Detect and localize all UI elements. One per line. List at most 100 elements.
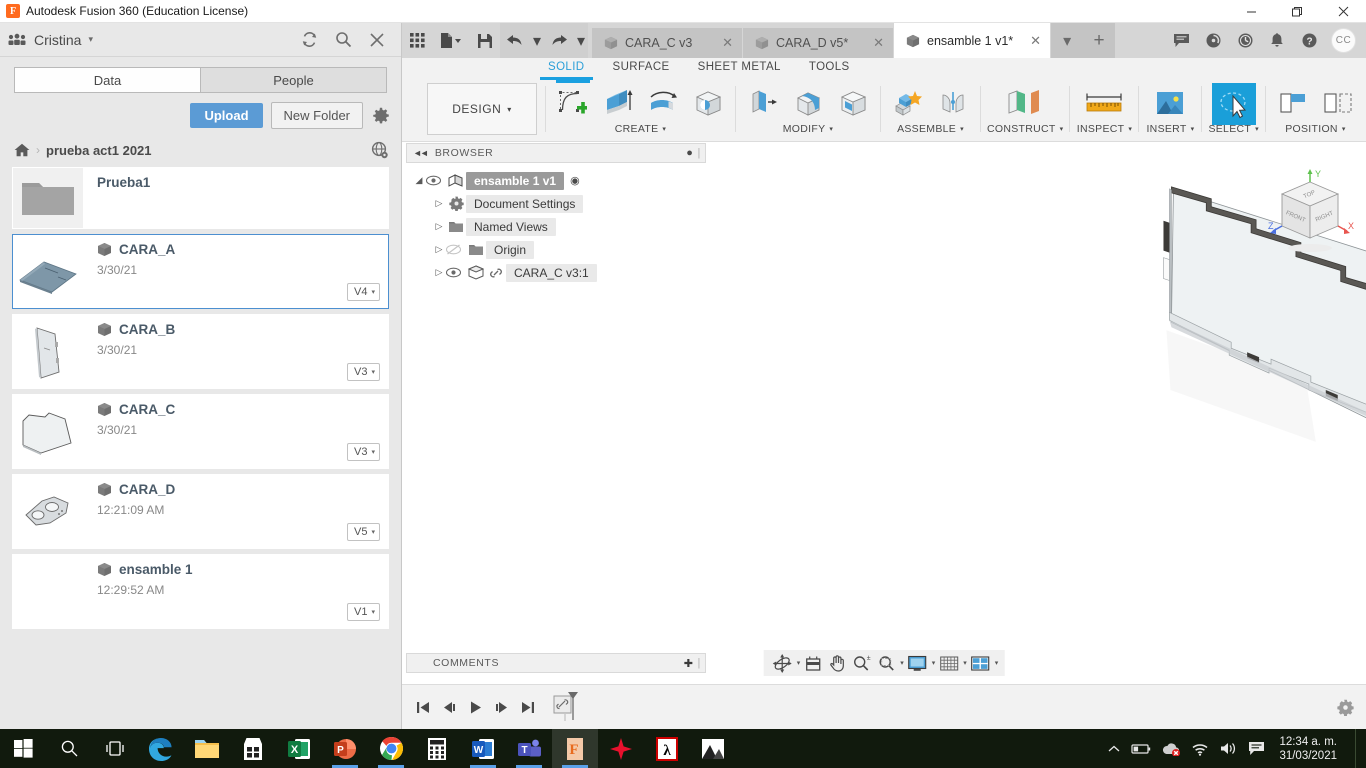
align-icon[interactable]: [1272, 83, 1314, 123]
globe-share-icon[interactable]: [371, 141, 389, 159]
gear-icon[interactable]: [371, 106, 391, 126]
tree-node-cara-c[interactable]: ▷ CARA_C v3:1: [406, 261, 706, 284]
tab-data[interactable]: Data: [14, 67, 200, 93]
fillet-icon[interactable]: [787, 83, 829, 123]
undo-arrow-icon[interactable]: [500, 23, 530, 58]
visibility-eye-off-icon[interactable]: [446, 244, 466, 255]
add-comment-icon[interactable]: ✚: [684, 657, 694, 670]
gear-icon[interactable]: [1337, 699, 1354, 716]
ribbon-tab-sheet-metal[interactable]: SHEET METAL: [684, 58, 795, 80]
file-explorer-button[interactable]: [184, 729, 230, 768]
home-icon[interactable]: [14, 143, 30, 157]
chevron-down-icon[interactable]: ▾: [900, 659, 904, 667]
version-dropdown[interactable]: V3 ▾: [347, 443, 380, 461]
show-desktop-button[interactable]: [1355, 729, 1360, 768]
onedrive-error-icon[interactable]: [1161, 742, 1181, 756]
redo-arrow-icon[interactable]: [544, 23, 574, 58]
step-forward-icon[interactable]: [488, 692, 514, 722]
excel-button[interactable]: X: [276, 729, 322, 768]
expand-arrow-icon[interactable]: ▷: [432, 244, 446, 255]
tree-node-origin[interactable]: ▷ Origin: [406, 238, 706, 261]
tab-overflow-chevron-down-icon[interactable]: ▾: [1051, 23, 1084, 58]
minimize-panel-icon[interactable]: ●: [686, 147, 693, 159]
view-cube[interactable]: TOP FRONT RIGHT Y Z X: [1264, 168, 1356, 260]
search-button[interactable]: [46, 729, 92, 768]
offset-plane-icon[interactable]: [997, 83, 1053, 123]
press-pull-icon[interactable]: [742, 83, 784, 123]
pan-hand-icon[interactable]: [825, 651, 848, 675]
list-item[interactable]: CARA_B 3/30/21 V3 ▾: [12, 314, 389, 389]
action-center-icon[interactable]: [1248, 741, 1265, 756]
close-icon[interactable]: ✕: [863, 35, 884, 51]
ribbon-group-label[interactable]: CREATE ▾: [615, 123, 666, 135]
joint-icon[interactable]: [932, 83, 974, 123]
close-button[interactable]: [1320, 0, 1366, 23]
document-tab-ensamble-1[interactable]: ensamble 1 v1* ✕: [894, 23, 1051, 58]
task-view-button[interactable]: [92, 729, 138, 768]
chevron-down-icon[interactable]: ▾: [995, 659, 999, 667]
word-button[interactable]: W: [460, 729, 506, 768]
version-dropdown[interactable]: V3 ▾: [347, 363, 380, 381]
battery-icon[interactable]: [1131, 743, 1151, 755]
go-to-end-icon[interactable]: [514, 692, 540, 722]
chrome-button[interactable]: [368, 729, 414, 768]
expand-arrow-icon[interactable]: ▷: [432, 267, 446, 278]
activate-component-radio[interactable]: ◉: [570, 174, 580, 187]
revolve-icon[interactable]: [642, 83, 684, 123]
ribbon-group-label[interactable]: MODIFY ▾: [783, 123, 833, 135]
shell-icon[interactable]: [832, 83, 874, 123]
calculator-button[interactable]: [414, 729, 460, 768]
expand-arrow-icon[interactable]: ◢: [412, 175, 426, 186]
panel-grip-icon[interactable]: |: [698, 147, 701, 159]
close-panel-icon[interactable]: [367, 30, 387, 50]
edge-button[interactable]: [138, 729, 184, 768]
ribbon-group-label[interactable]: INSPECT ▾: [1077, 123, 1132, 135]
upload-button[interactable]: Upload: [190, 103, 263, 128]
measure-ruler-icon[interactable]: [1076, 83, 1132, 123]
document-tab-cara-d[interactable]: CARA_D v5* ✕: [743, 28, 893, 58]
workspace-selector[interactable]: DESIGN ▾: [427, 83, 537, 135]
linked-component-marker-icon[interactable]: [549, 692, 589, 722]
play-icon[interactable]: [462, 692, 488, 722]
step-back-icon[interactable]: [436, 692, 462, 722]
close-icon[interactable]: ✕: [712, 35, 733, 51]
list-item[interactable]: CARA_D 12:21:09 AM V5 ▾: [12, 474, 389, 549]
viewports-icon[interactable]: [968, 651, 993, 675]
zoom-icon[interactable]: ±: [849, 651, 873, 675]
chevron-down-icon[interactable]: ▾: [88, 34, 93, 45]
visibility-eye-icon[interactable]: [446, 267, 466, 278]
version-dropdown[interactable]: V1 ▾: [347, 603, 380, 621]
tab-people[interactable]: People: [200, 67, 387, 93]
microsoft-store-button[interactable]: [230, 729, 276, 768]
notification-bell-icon[interactable]: [1261, 23, 1293, 58]
avatar[interactable]: CC: [1331, 28, 1356, 53]
redo-dropdown-caret[interactable]: ▾: [574, 23, 588, 58]
refresh-icon[interactable]: [299, 30, 319, 50]
ribbon-tab-surface[interactable]: SURFACE: [599, 58, 684, 80]
help-icon[interactable]: ?: [1293, 23, 1325, 58]
tree-node-ensamble-1[interactable]: ◢ ensamble 1 v1 ◉: [406, 169, 706, 192]
ribbon-group-label[interactable]: INSERT ▾: [1146, 123, 1194, 135]
create-sketch-icon[interactable]: [552, 80, 594, 123]
ribbon-group-label[interactable]: POSITION ▾: [1285, 123, 1345, 135]
new-component-icon[interactable]: [887, 83, 929, 123]
photos-button[interactable]: [690, 729, 736, 768]
orbit-icon[interactable]: [770, 651, 795, 675]
show-hidden-icons-chevron[interactable]: [1107, 744, 1121, 754]
ribbon-group-label[interactable]: CONSTRUCT ▾: [987, 123, 1063, 135]
autodesk-button[interactable]: [598, 729, 644, 768]
start-button[interactable]: [0, 729, 46, 768]
go-to-beginning-icon[interactable]: [410, 692, 436, 722]
display-settings-icon[interactable]: [905, 651, 930, 675]
zoom-window-icon[interactable]: [874, 651, 898, 675]
3d-canvas[interactable]: TOP FRONT RIGHT Y Z X: [712, 163, 1366, 639]
select-cursor-icon[interactable]: [1211, 83, 1256, 125]
collapse-left-icon[interactable]: ◄◄: [413, 148, 429, 158]
fusion360-button[interactable]: F: [552, 729, 598, 768]
extrude-icon[interactable]: [597, 83, 639, 123]
tree-node-named-views[interactable]: ▷ Named Views: [406, 215, 706, 238]
user-name-label[interactable]: Cristina: [34, 32, 81, 48]
hole-icon[interactable]: [687, 83, 729, 123]
look-at-icon[interactable]: [801, 651, 824, 675]
visibility-eye-icon[interactable]: [426, 175, 446, 186]
